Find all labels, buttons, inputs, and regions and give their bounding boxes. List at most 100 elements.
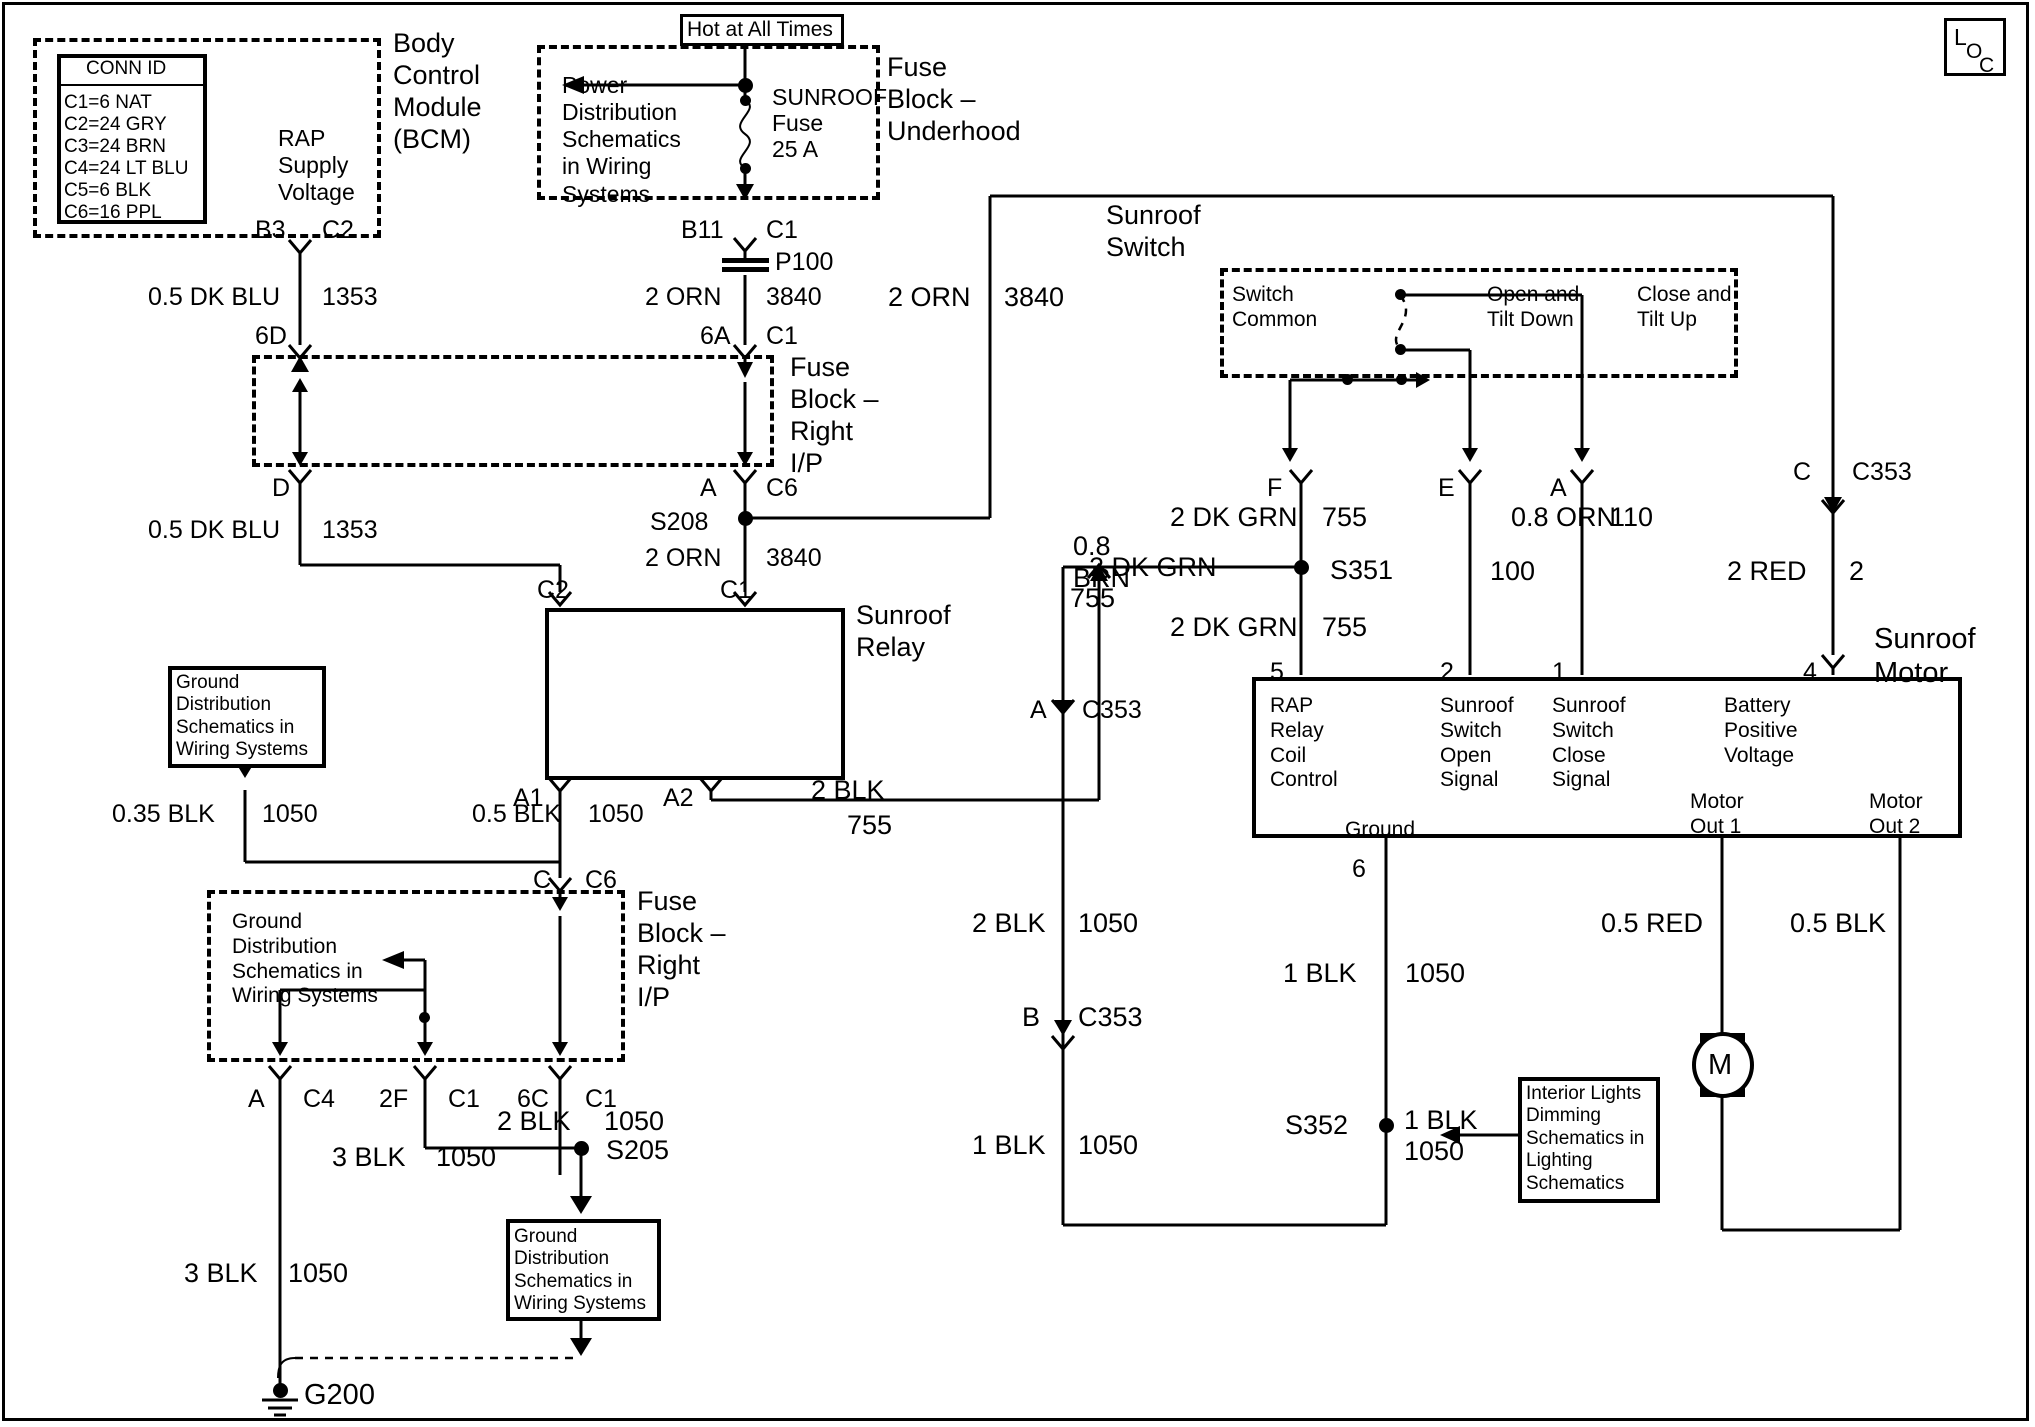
wire-blk2-1050-mid-circuit: 1050	[1078, 908, 1139, 938]
wire-blk035-circuit: 1050	[262, 800, 318, 828]
wire-blk1-1050-mid-circuit: 1050	[1078, 1130, 1139, 1160]
wire-dkgrn-pin5-circuit: 755	[1322, 612, 1368, 642]
wire-blk1-1050-right-circuit: 1050	[1405, 958, 1466, 988]
hot-at-all-times-label: Hot at All Times	[687, 18, 833, 41]
ground-terminal-2f: 2F	[379, 1085, 409, 1113]
wire-blk05-color: 0.5 BLK	[1790, 908, 1887, 938]
switch-terminal-a: A	[1550, 474, 1567, 502]
relay-connector-c1: C1	[720, 576, 752, 604]
p100-label: P100	[775, 248, 834, 276]
wire-blk05-relay-color: 0.5 BLK	[472, 800, 561, 828]
wire-orn-right-color: 2 ORN	[888, 282, 971, 312]
wire-dkblu-bcm-circuit: 1353	[322, 283, 378, 311]
switch-terminal-e: E	[1438, 474, 1455, 502]
s205-label: S205	[606, 1135, 670, 1165]
wiring-diagram-canvas: L O C CONN ID C1=6 NAT C2=24 GRY C3=24 B…	[0, 0, 2035, 1427]
sunroof-motor-title: Sunroof Motor	[1874, 623, 1976, 690]
sunroof-relay-box	[545, 608, 845, 780]
sunroof-fuse-name: SUNROOF	[772, 84, 887, 110]
sunroof-switch-title: Sunroof Switch	[1106, 200, 1201, 262]
wire-blk3-1050-s205-color: 3 BLK	[332, 1142, 406, 1172]
relay-terminal-a2: A2	[663, 784, 694, 812]
s351-label: S351	[1330, 555, 1394, 585]
motor-pin-6: 6	[1352, 855, 1366, 883]
fuse-block-right-ip-top-title: Fuse Block – Right I/P	[790, 352, 879, 478]
motor-pin-label-close: Sunroof Switch Close Signal	[1552, 694, 1626, 792]
fuse-out-connector-c6: C6	[766, 474, 798, 502]
switch-terminal-f: F	[1267, 474, 1283, 502]
motor-symbol-m: M	[1708, 1049, 1733, 1081]
switch-close-label: Close and Tilt Up	[1637, 283, 1732, 331]
wire-blk2-1050-bot-circuit: 1050	[604, 1106, 665, 1136]
wire-blk1-1050-mid-color: 1 BLK	[972, 1130, 1046, 1160]
fuse-connector-c1: C1	[766, 216, 798, 244]
ground-connector-c4: C4	[303, 1085, 335, 1113]
wire-blk2-755-circuit: 755	[847, 810, 893, 840]
s351-dot	[1294, 560, 1309, 575]
wire-red-c-circuit: 2	[1849, 556, 1865, 586]
fuse-terminal-b11: B11	[681, 216, 724, 244]
wire-dkgrn-pin5-color: 2 DK GRN	[1170, 612, 1298, 642]
s352-label: S352	[1285, 1110, 1349, 1140]
ground-dist-ref-text-3: Ground Distribution Schematics in Wiring…	[514, 1226, 646, 1315]
wire-blk2-1050-mid-color: 2 BLK	[972, 908, 1046, 938]
fuse-in-6d: 6D	[255, 322, 287, 350]
wire-dkblu-relay-color: 0.5 DK BLU	[148, 516, 281, 544]
ground-dist-ref-text-2: Ground Distribution Schematics in Wiring…	[232, 910, 378, 1008]
fuse-in-6a: 6A	[700, 322, 731, 350]
wire-brn-e-circuit: 100	[1490, 556, 1536, 586]
switch-common-label: Switch Common	[1232, 283, 1318, 331]
bcm-connector-c2: C2	[322, 216, 354, 244]
c353-a-name: C353	[1082, 696, 1142, 724]
motor-out-2-label: Motor Out 2	[1869, 790, 1923, 838]
wire-orn-s208-color: 2 ORN	[645, 544, 722, 572]
wire-dkblu-relay-circuit: 1353	[322, 516, 378, 544]
c353-b-terminal: B	[1022, 1002, 1041, 1032]
fuse-out-terminal-a: A	[700, 474, 717, 502]
g200-label: G200	[304, 1379, 375, 1411]
switch-connector-c353: C353	[1852, 458, 1912, 486]
wire-red05-color: 0.5 RED	[1601, 908, 1704, 938]
wire-blk3-1050-g200-color: 3 BLK	[184, 1258, 258, 1288]
wire-dkgrn-f-color: 2 DK GRN	[1170, 502, 1298, 532]
s205-dot	[574, 1141, 589, 1156]
fuse-block-right-ip-bottom-title: Fuse Block – Right I/P	[637, 886, 726, 1012]
ground-dist-ref-text-1: Ground Distribution Schematics in Wiring…	[176, 672, 308, 761]
fuse-out-terminal-d: D	[272, 474, 291, 502]
g200-dot	[273, 1383, 288, 1398]
wire-dkgrn-f-circuit: 755	[1322, 502, 1368, 532]
motor-ground-label: Ground	[1345, 818, 1416, 841]
wire-blk3-1050-g200-circuit: 1050	[288, 1258, 349, 1288]
wire-blk05-relay-circuit: 1050	[588, 800, 644, 828]
sunroof-fuse-sub: Fuse	[772, 110, 824, 136]
motor-pin-label-battery: Battery Positive Voltage	[1724, 694, 1798, 767]
motor-pin-label-rap: RAP Relay Coil Control	[1270, 694, 1338, 792]
wire-orn-s208-circuit: 3840	[766, 544, 822, 572]
fuse-block-right-ip-top-boundary	[252, 355, 774, 467]
ground-connector-c1: C1	[448, 1085, 480, 1113]
wire-orn-a-color: 0.8 ORN	[1511, 502, 1617, 532]
relay-connector-c2: C2	[537, 576, 569, 604]
sunroof-relay-title: Sunroof Relay	[856, 600, 951, 662]
bcm-terminal-b3: B3	[255, 216, 286, 244]
s208-label: S208	[650, 508, 709, 536]
c353-a-terminal: A	[1030, 696, 1047, 724]
fuse-block-underhood-title: Fuse Block – Underhood	[887, 52, 1021, 146]
wire-blk1-1050-s352-circuit: 1050	[1404, 1136, 1465, 1166]
c353-b-name: C353	[1078, 1002, 1143, 1032]
ground-terminal-a: A	[248, 1085, 265, 1113]
wire-blk1-1050-right-color: 1 BLK	[1283, 958, 1357, 988]
wire-blk1-1050-s352-color: 1 BLK	[1404, 1105, 1478, 1135]
switch-terminal-c: C	[1793, 458, 1812, 486]
wire-orn-a-circuit: 110	[1610, 502, 1654, 532]
wire-orn-right-circuit: 3840	[1004, 282, 1065, 312]
wire-blk2-755-color: 2 BLK	[811, 775, 885, 805]
sunroof-fuse-rating: 25 A	[772, 136, 819, 162]
motor-pin-label-open: Sunroof Switch Open Signal	[1440, 694, 1514, 792]
wire-dkgrn-branch-circuit: 755	[1070, 583, 1116, 613]
wire-dkgrn-branch-color: 2 DK GRN	[1089, 552, 1217, 582]
wire-blk3-1050-s205-circuit: 1050	[436, 1142, 497, 1172]
wire-blk2-1050-bot-color: 2 BLK	[497, 1106, 571, 1136]
interior-lights-ref-text: Interior Lights Dimming Schematics in Li…	[1526, 1083, 1645, 1194]
s352-dot	[1379, 1118, 1394, 1133]
